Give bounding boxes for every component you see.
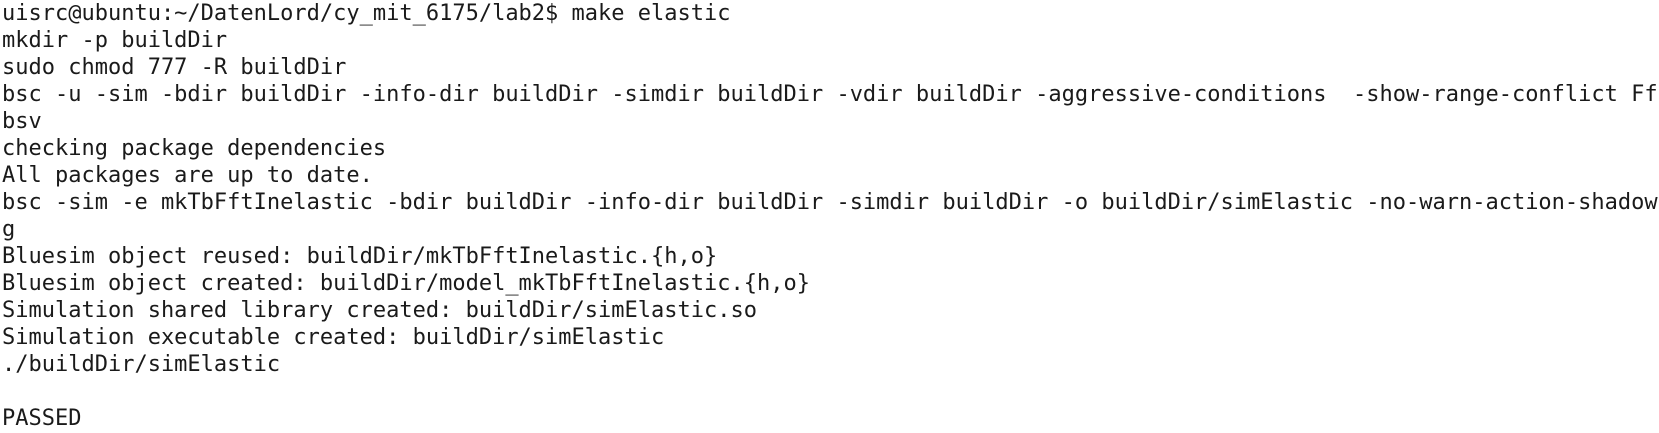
terminal-line: bsc -sim -e mkTbFftInelastic -bdir build… — [2, 190, 1659, 215]
terminal-line: g — [2, 217, 16, 242]
terminal-line: checking package dependencies — [2, 136, 387, 161]
terminal-line: uisrc@ubuntu:~/DatenLord/cy_mit_6175/lab… — [2, 1, 731, 26]
terminal-line: bsc -u -sim -bdir buildDir -info-dir bui… — [2, 82, 1659, 107]
terminal-line: PASSED — [2, 406, 82, 431]
terminal-line: Bluesim object reused: buildDir/mkTbFftI… — [2, 244, 718, 269]
terminal-line: mkdir -p buildDir — [2, 28, 228, 53]
terminal-line: Bluesim object created: buildDir/model_m… — [2, 271, 810, 296]
terminal-line: ./buildDir/simElastic — [2, 352, 281, 377]
terminal-line: bsv — [2, 109, 42, 134]
terminal-line: All packages are up to date. — [2, 163, 373, 188]
terminal-line: Simulation executable created: buildDir/… — [2, 325, 665, 350]
terminal-line: sudo chmod 777 -R buildDir — [2, 55, 347, 80]
terminal-output[interactable]: uisrc@ubuntu:~/DatenLord/cy_mit_6175/lab… — [0, 0, 1659, 433]
terminal-line: Simulation shared library created: build… — [2, 298, 757, 323]
